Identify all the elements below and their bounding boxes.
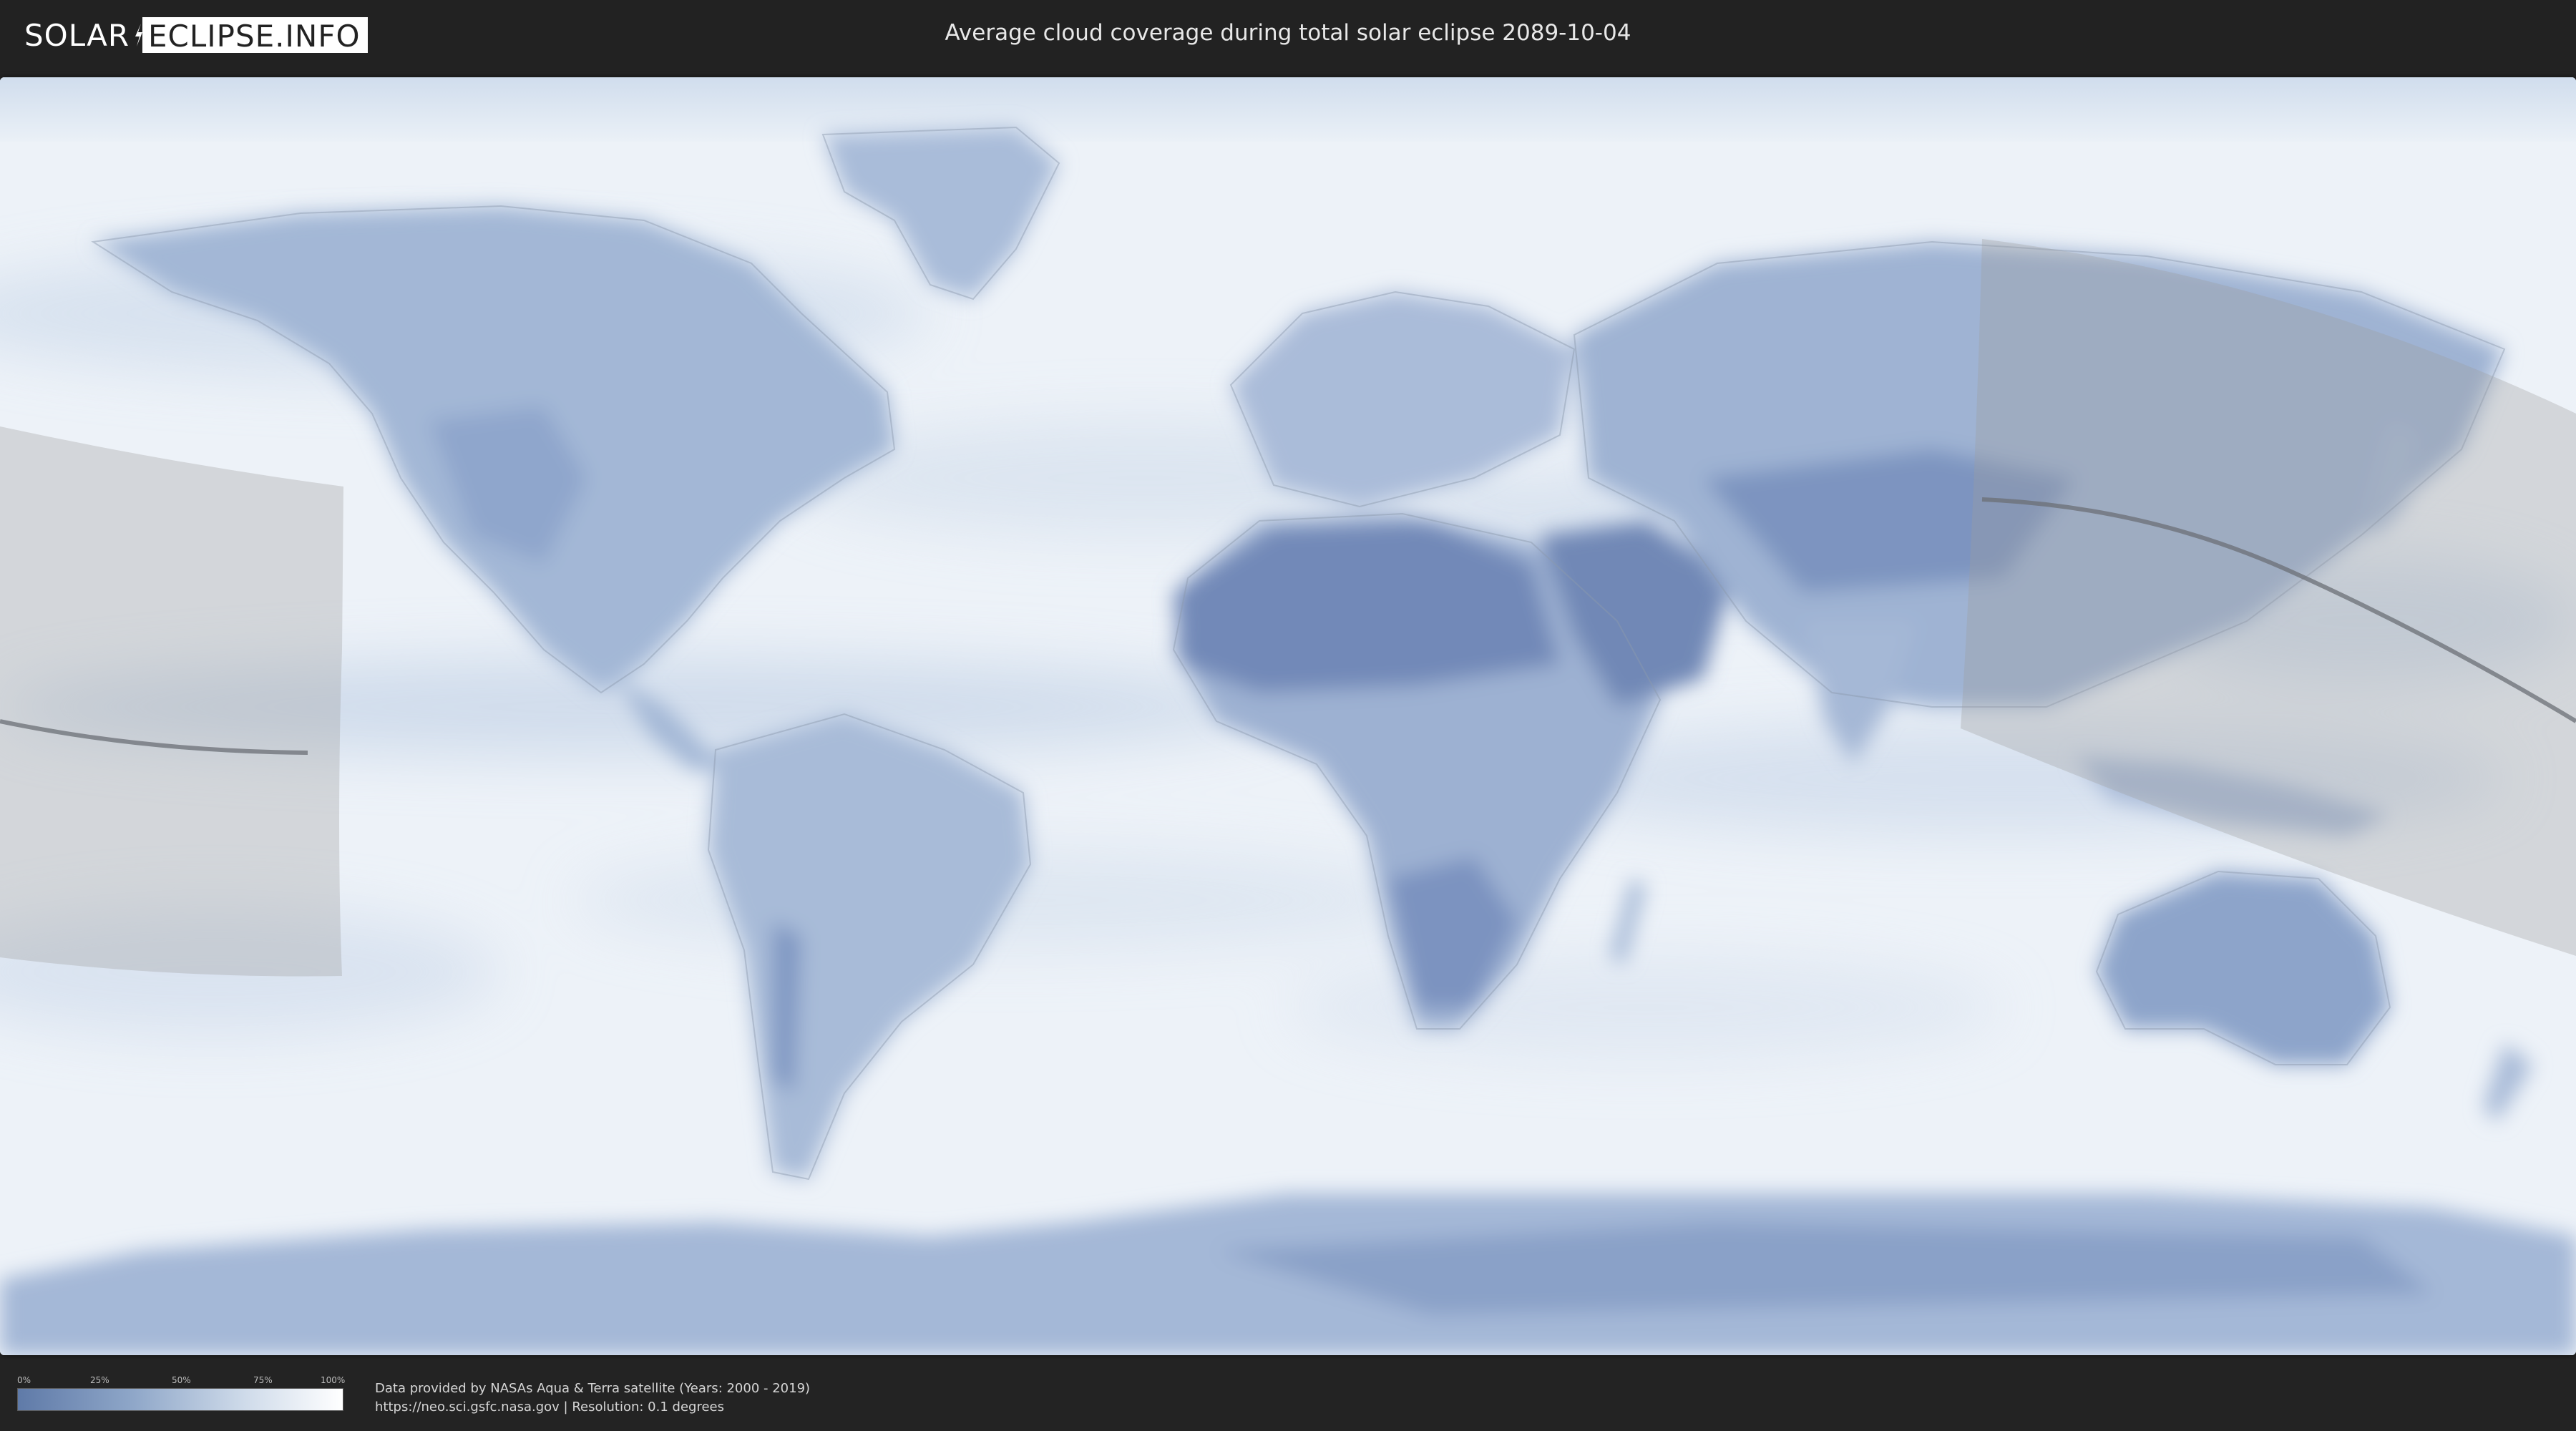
eclipse-path-west xyxy=(0,426,343,977)
cloud-coverage-map[interactable] xyxy=(0,77,2576,1355)
data-credits: Data provided by NASAs Aqua & Terra sate… xyxy=(375,1379,810,1417)
credits-line-1: Data provided by NASAs Aqua & Terra sate… xyxy=(375,1381,811,1396)
legend-tick-75: 75% xyxy=(253,1375,273,1385)
legend-tick-50: 50% xyxy=(172,1375,191,1385)
legend-tick-100: 100% xyxy=(321,1375,346,1385)
cloud-legend: 0% 25% 50% 75% 100% xyxy=(17,1375,346,1411)
footer-bar: 0% 25% 50% 75% 100% Data provided by NAS… xyxy=(0,1359,2576,1431)
page: SOLAR ECLIPSE.INFO Average cloud coverag… xyxy=(0,0,2576,1431)
credits-line-2: https://neo.sci.gsfc.nasa.gov | Resoluti… xyxy=(375,1400,724,1415)
header-bar: SOLAR ECLIPSE.INFO Average cloud coverag… xyxy=(0,0,2576,72)
legend-tick-25: 25% xyxy=(90,1375,109,1385)
legend-color-bar xyxy=(17,1388,343,1411)
legend-ticks: 0% 25% 50% 75% 100% xyxy=(17,1375,346,1388)
page-title: Average cloud coverage during total sola… xyxy=(945,20,1631,46)
world-map xyxy=(0,77,2576,1355)
legend-tick-0: 0% xyxy=(17,1375,31,1385)
